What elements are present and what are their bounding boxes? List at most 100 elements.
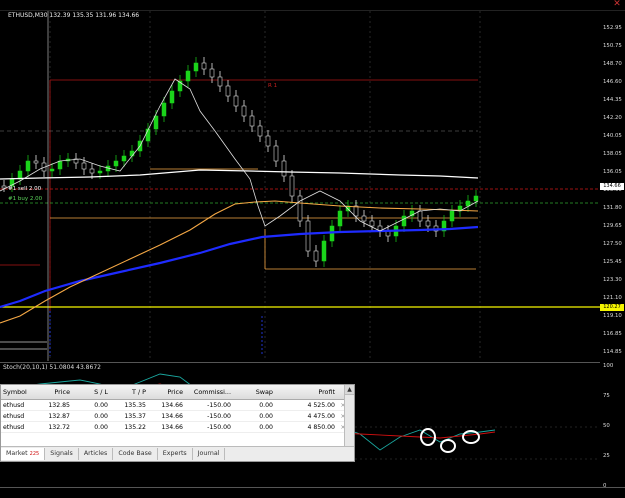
position-cell: 135.35 (124, 401, 146, 409)
positions-table-header: Symbol Price S / LT / P Price Commissi... Swa… (1, 385, 354, 400)
column-header[interactable]: Commissi... (185, 388, 233, 396)
tab-label: Code Base (118, 450, 152, 457)
candle-body (57, 160, 63, 170)
column-header[interactable]: S / L (72, 388, 110, 396)
candle-body (17, 170, 23, 180)
position-cell: -150.00 (207, 412, 231, 420)
position-cell: ethusd (3, 412, 25, 420)
position-cell: 134.66 (161, 412, 183, 420)
position-cell: 132.87 (48, 412, 70, 420)
candle-body (89, 168, 95, 174)
position-cell: 0.00 (94, 423, 108, 431)
candle-body (465, 200, 471, 207)
candle-body (49, 168, 55, 172)
candle-body (81, 162, 87, 170)
candle-body (161, 102, 167, 117)
tab-experts[interactable]: Experts (158, 448, 193, 460)
candle-body (297, 195, 303, 222)
tab-label: Articles (83, 450, 108, 457)
candle-body (361, 215, 367, 222)
position-cell: 132.85 (48, 401, 70, 409)
column-header[interactable]: Price (44, 388, 72, 396)
candle-body (97, 170, 103, 174)
terminal-tabs: Market 225 Signals Articles Code Base Experts… (1, 446, 354, 461)
candle-body (233, 95, 239, 107)
candle-body (217, 76, 223, 87)
oscillator-tick: 50 (603, 423, 610, 429)
price-tick: 127.50 (603, 241, 622, 247)
position-row[interactable]: ethusd 132.87 0.00 135.37 134.66 -150.00 0.00 4… (1, 411, 354, 422)
price-axis: 152.95 150.75 148.70 146.60 144.35 142.20 140.… (600, 11, 625, 489)
candle-body (273, 145, 279, 162)
tab-journal[interactable]: Journal (193, 448, 226, 460)
position-cell: 4 475.00 (307, 412, 335, 420)
position-cell: 4 850.00 (307, 423, 335, 431)
candle-body (473, 195, 479, 202)
position-cell: ethusd (3, 423, 25, 431)
price-tick: 125.45 (603, 259, 622, 265)
candle-body (257, 125, 263, 137)
position-cell: 135.22 (124, 423, 146, 431)
candle-body (129, 150, 135, 157)
buy-order-label: #1 buy 2.00 (8, 196, 43, 202)
position-cell: -150.00 (207, 401, 231, 409)
current-price-tag: 134.66 (600, 183, 624, 190)
position-cell: 0.00 (94, 412, 108, 420)
tab-signals[interactable]: Signals (45, 448, 79, 460)
column-header[interactable]: Symbol (1, 388, 44, 396)
candle-body (169, 90, 175, 104)
position-cell: 134.66 (161, 401, 183, 409)
time-axis (0, 487, 625, 498)
tab-code-base[interactable]: Code Base (113, 448, 158, 460)
scroll-up-icon[interactable]: ▲ (345, 385, 354, 395)
position-row[interactable]: ethusd 132.72 0.00 135.22 134.66 -150.00 0.00 4… (1, 422, 354, 433)
price-tick: 136.05 (603, 169, 622, 175)
price-tick: 114.85 (603, 349, 622, 355)
tab-label: Market (6, 450, 28, 457)
candle-body (417, 210, 423, 222)
price-tick: 131.80 (603, 205, 622, 211)
stochastic-title: Stoch(20,10,1) 51.0804 43.8672 (3, 364, 101, 371)
price-tick: 148.70 (603, 61, 622, 67)
candle-body (425, 220, 431, 227)
price-tick: 140.05 (603, 133, 622, 139)
position-cell: 4 525.00 (307, 401, 335, 409)
candle-body (201, 62, 207, 70)
candle-body (209, 68, 215, 78)
oscillator-tick: 75 (603, 393, 610, 399)
price-tick: 119.10 (603, 313, 622, 319)
price-tick: 129.65 (603, 223, 622, 229)
position-cell: 132.72 (48, 423, 70, 431)
column-header[interactable]: Profit (275, 388, 337, 396)
tab-articles[interactable]: Articles (79, 448, 114, 460)
position-cell: 134.66 (161, 423, 183, 431)
chart-header: ETHUSD,M30 132.39 135.35 131.96 134.66 (8, 12, 140, 19)
candle-body (153, 115, 159, 130)
column-header[interactable]: Price (148, 388, 185, 396)
vertical-scrollbar[interactable]: ▲ (344, 385, 354, 447)
position-cell: 0.00 (259, 401, 273, 409)
tab-market[interactable]: Market 225 (1, 448, 46, 460)
sell-order-label: #1 sell 2.00 (8, 186, 42, 192)
column-header[interactable]: T / P (110, 388, 148, 396)
yellow-level-tag: 120.27 (600, 304, 624, 311)
candle-body (249, 115, 255, 127)
candle-body (225, 85, 231, 97)
price-tick: 144.35 (603, 97, 622, 103)
price-chart[interactable] (0, 11, 600, 361)
price-tick: 152.95 (603, 25, 622, 31)
price-tick: 142.20 (603, 115, 622, 121)
candle-body (353, 205, 359, 217)
candle-body (113, 160, 119, 167)
tab-badge: 225 (29, 451, 40, 457)
close-icon[interactable]: ✕ (612, 0, 622, 9)
candle-body (1, 185, 7, 189)
position-row[interactable]: ethusd 132.85 0.00 135.35 134.66 -150.00 0.00 4… (1, 400, 354, 411)
candle-body (289, 175, 295, 197)
candle-body (401, 215, 407, 227)
column-header[interactable]: Swap (233, 388, 275, 396)
candle-body (185, 70, 191, 82)
price-tick: 138.05 (603, 151, 622, 157)
price-tick: 146.60 (603, 79, 622, 85)
candle-body (33, 160, 39, 164)
